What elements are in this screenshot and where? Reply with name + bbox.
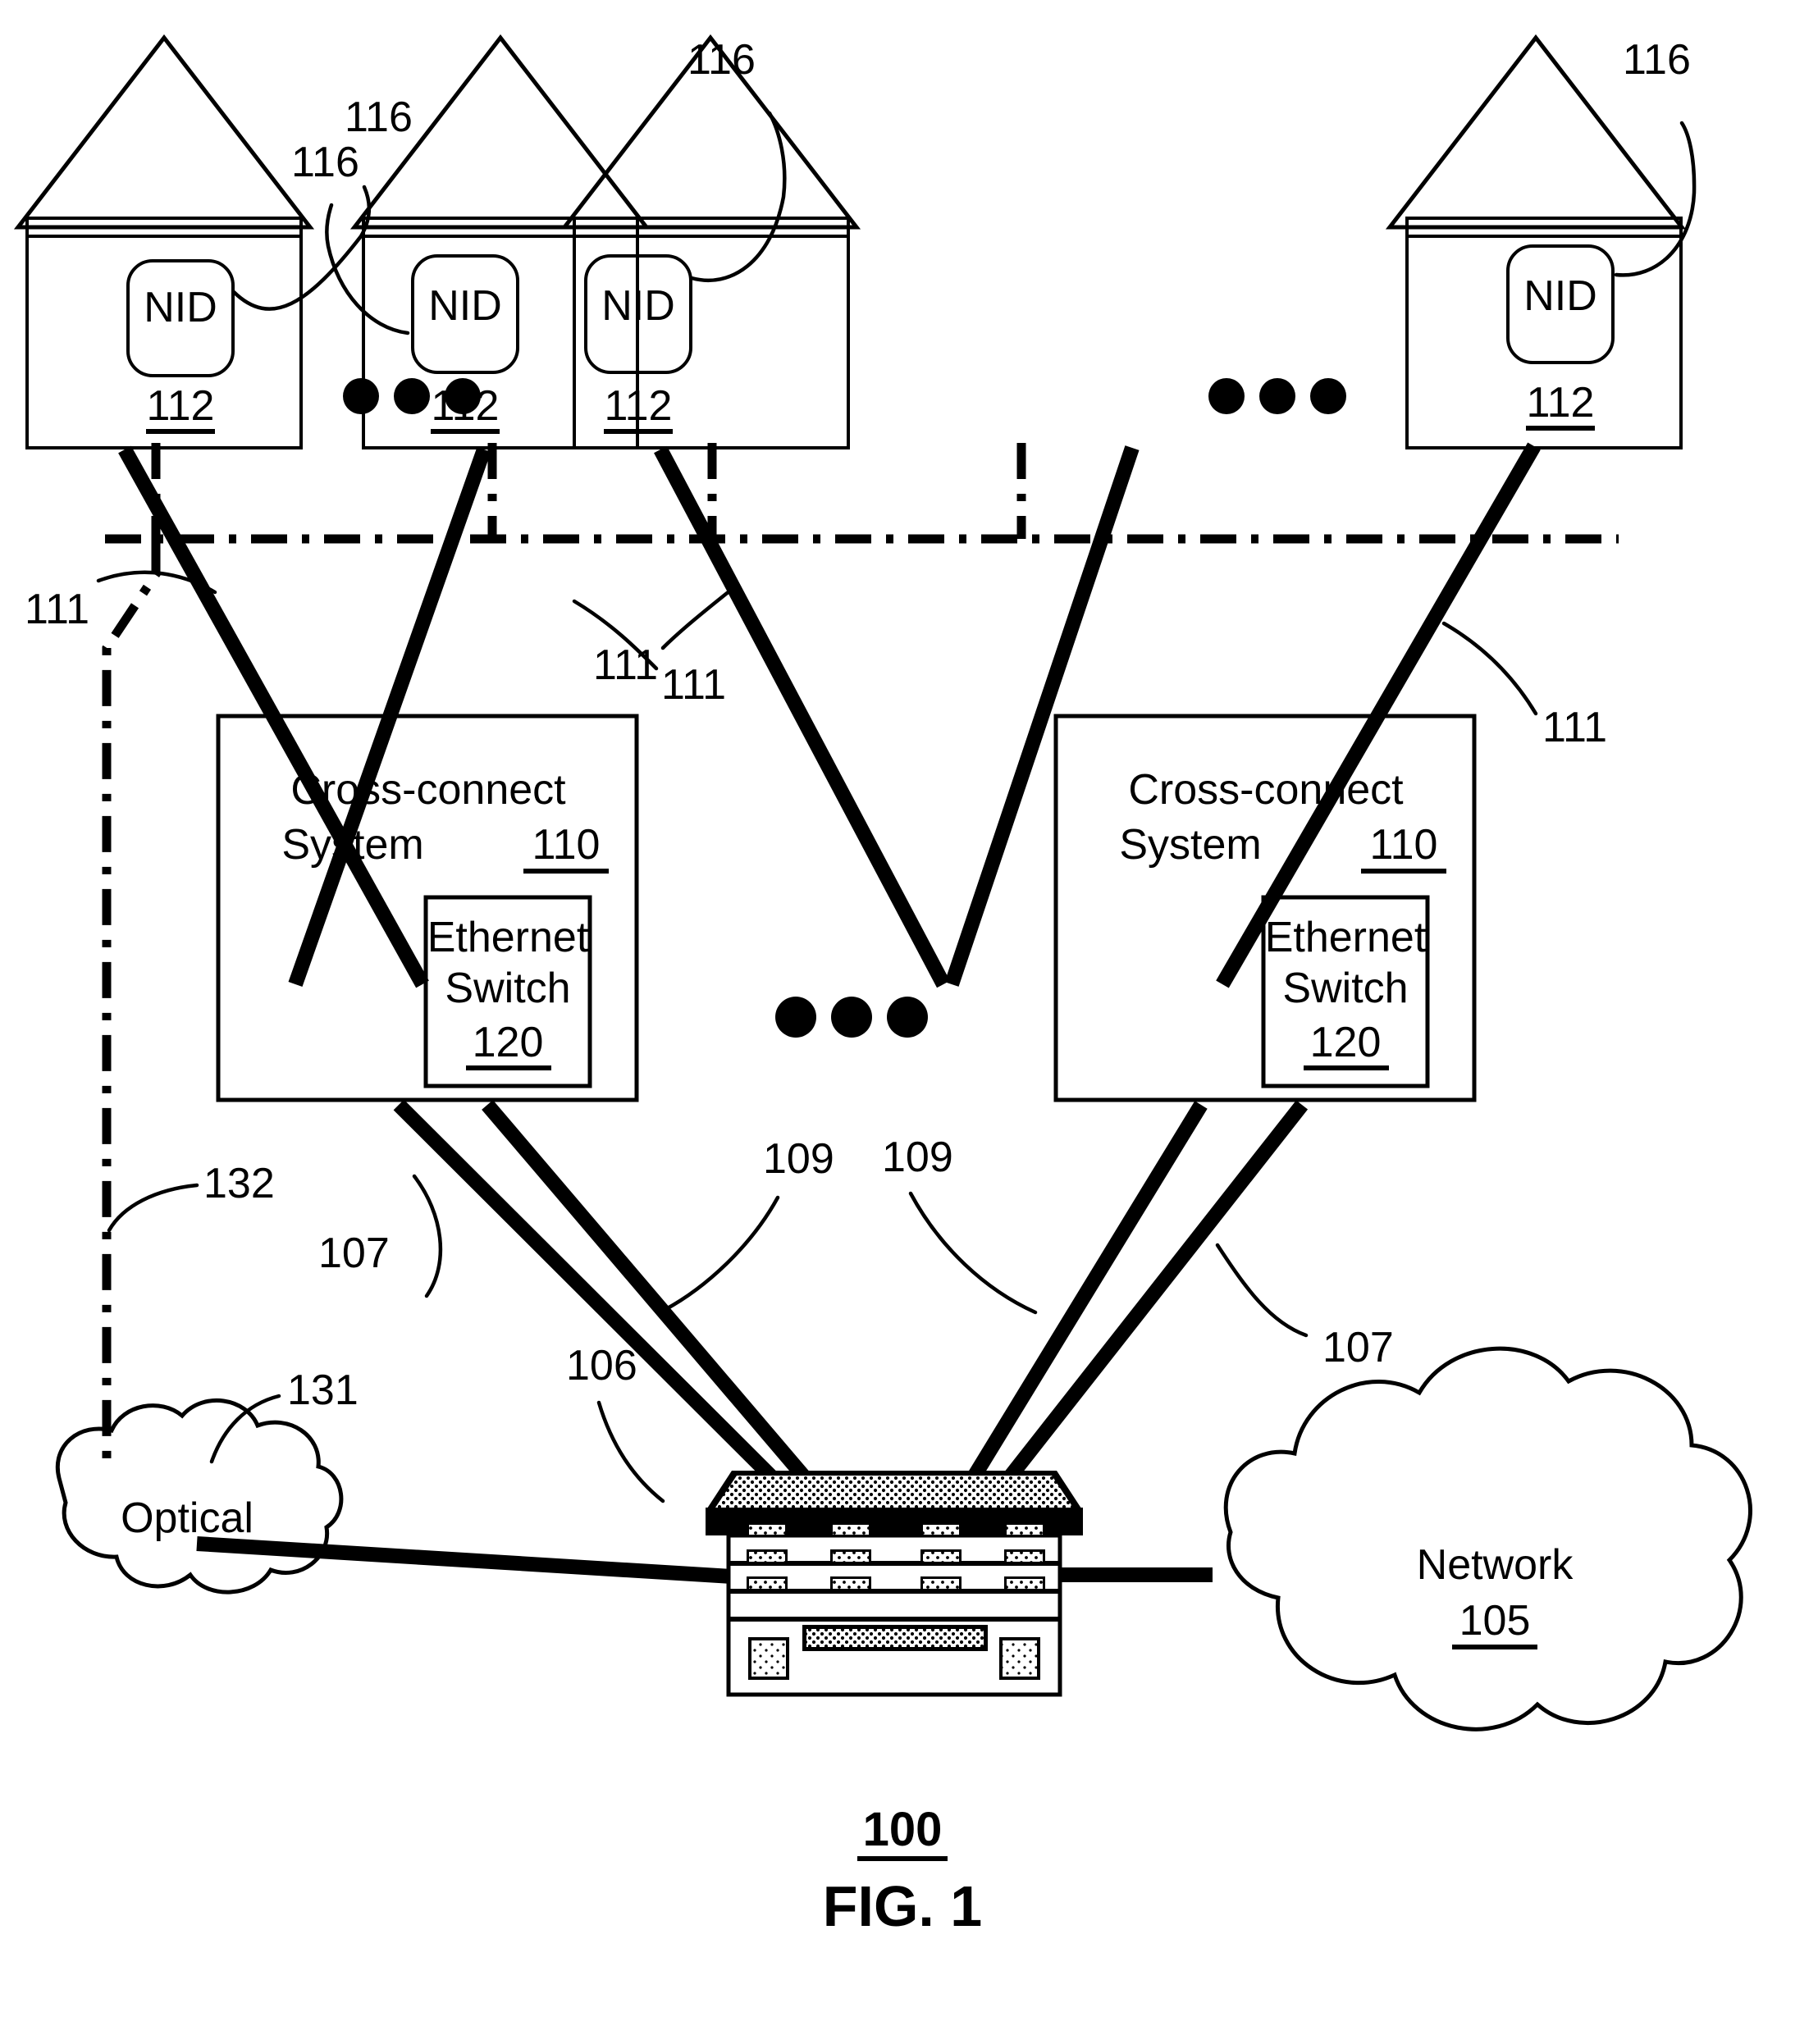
nid-label-4: NID	[1523, 272, 1597, 320]
system-number: 100	[863, 1803, 943, 1856]
callout-131: 131	[287, 1366, 359, 1414]
cross-connect-right-title2: System	[1119, 821, 1261, 869]
callout-107-left: 107	[318, 1230, 390, 1277]
network-cloud-ref: 105	[1459, 1597, 1531, 1645]
network-cloud-label: Network	[1417, 1541, 1574, 1589]
callout-132: 132	[203, 1160, 275, 1207]
nid-label-1: NID	[144, 284, 217, 331]
house-ref-2: 112	[432, 382, 500, 430]
nid-label-2: NID	[428, 282, 502, 330]
callout-107-right: 107	[1322, 1324, 1394, 1371]
optical-cloud-label: Optical	[121, 1494, 254, 1542]
house-ref-4: 112	[1527, 379, 1595, 427]
ethernet-switch-right-ref: 120	[1310, 1019, 1382, 1066]
callout-111-a: 111	[25, 586, 89, 633]
callout-111-b: 111	[661, 661, 726, 709]
figure-caption: FIG. 1	[823, 1874, 982, 1938]
callout-116-2: 116	[291, 139, 359, 186]
cross-connect-left-title1: Cross-connect	[290, 766, 566, 814]
callout-111-d: 111	[1542, 704, 1607, 751]
ethernet-switch-right-line2: Switch	[1282, 965, 1408, 1012]
callout-116-3: 116	[687, 36, 756, 84]
cross-connect-right-ref: 110	[1370, 821, 1438, 869]
cross-connect-left-title2: System	[281, 821, 423, 869]
aggregation-router	[706, 1471, 1083, 1697]
callout-106: 106	[566, 1342, 637, 1389]
callout-116-4: 116	[1623, 36, 1691, 84]
ethernet-switch-right-line1: Ethernet	[1265, 914, 1427, 961]
callout-109-right: 109	[882, 1134, 953, 1181]
house-ref-3: 112	[605, 382, 673, 430]
cross-connect-left-ref: 110	[532, 821, 601, 869]
house-ref-1: 112	[147, 382, 215, 430]
ethernet-switch-left-line2: Switch	[445, 965, 570, 1012]
ellipsis-cross-connect	[775, 997, 928, 1038]
ellipsis-houses-right	[1208, 378, 1346, 414]
callout-116-1: 116	[345, 94, 413, 141]
cross-connect-right-title1: Cross-connect	[1128, 766, 1404, 814]
nid-label-3: NID	[601, 282, 675, 330]
patent-figure-1: NID 112 116 NID 112 116 NID 112 116 NID …	[0, 0, 1818, 2044]
callout-109-left: 109	[763, 1135, 834, 1183]
callout-111-c: 111	[593, 641, 658, 689]
figure-canvas: NID 112 116 NID 112 116 NID 112 116 NID …	[0, 0, 1818, 2044]
ethernet-switch-left-ref: 120	[473, 1019, 544, 1066]
ethernet-switch-left-line1: Ethernet	[427, 914, 589, 961]
